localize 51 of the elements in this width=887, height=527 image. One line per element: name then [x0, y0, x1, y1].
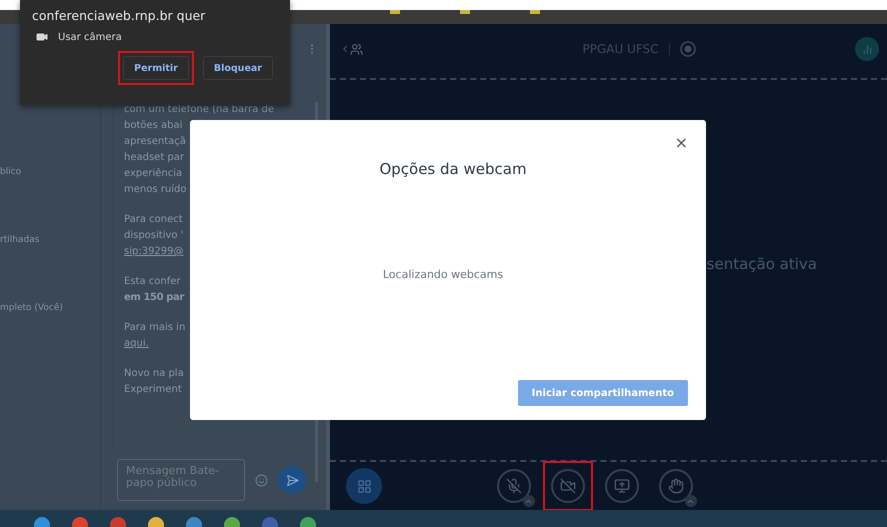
camera-off-icon [560, 478, 576, 494]
chat-text: Para conect [124, 213, 183, 227]
chat-text: headset par [124, 151, 184, 165]
taskbar-app-icon[interactable] [148, 517, 164, 527]
camera-icon [36, 31, 48, 43]
send-icon [286, 474, 298, 486]
dialog-message: Localizando webcams [382, 268, 504, 281]
start-sharing-button[interactable]: Iniciar compartilhamento [518, 380, 688, 406]
send-button[interactable] [278, 466, 306, 494]
permission-label: Usar câmera [58, 32, 122, 42]
chat-link[interactable]: sip:39299@ [124, 244, 184, 260]
user-list-item[interactable]: mpleto (Você) [0, 303, 100, 313]
grid-icon [356, 478, 372, 494]
user-list-item[interactable]: blico [0, 167, 100, 177]
chat-text: experiência [124, 167, 182, 181]
chat-text: em 150 par [124, 291, 184, 305]
emoji-icon[interactable] [255, 474, 268, 486]
chat-text: dispositivo ' [124, 229, 184, 243]
caret-icon[interactable] [684, 495, 696, 507]
permission-button[interactable]: Bloquear [202, 56, 273, 80]
screen-share-icon [614, 478, 630, 494]
chat-text: apresentaçã [124, 135, 186, 149]
chat-text: botões abai [124, 119, 182, 133]
hand-icon [668, 478, 684, 494]
users-icon[interactable] [350, 42, 363, 56]
chat-text: Para mais in [124, 321, 186, 335]
chat-text: menos ruído [124, 183, 186, 197]
presentation-status: sentação ativa [706, 255, 817, 273]
close-button[interactable]: × [674, 136, 688, 150]
record-icon[interactable] [680, 41, 696, 57]
microphone-off-icon [506, 478, 522, 494]
taskbar-app-icon[interactable] [34, 517, 50, 527]
chat-text: com um telefone (na barra de [124, 103, 274, 117]
camera-button[interactable] [550, 469, 584, 503]
bar-chart-icon [862, 44, 872, 54]
taskbar-app-icon[interactable] [224, 517, 240, 527]
dialog-title: Opções da webcam [379, 160, 527, 178]
taskbar-app-icon[interactable] [300, 517, 316, 527]
chat-text: Esta confer [124, 275, 180, 289]
caret-icon[interactable] [522, 495, 534, 507]
chat-link[interactable]: aqui. [124, 336, 149, 352]
permission-button[interactable]: Permitir [123, 56, 189, 80]
chat-text: Experiment [124, 383, 182, 397]
screen-share-button[interactable] [604, 469, 638, 503]
popup-title: conferenciaweb.rnp.br quer [32, 8, 206, 23]
stats-button[interactable] [855, 37, 879, 61]
taskbar-app-icon[interactable] [72, 517, 88, 527]
user-list-item[interactable]: rtilhadas [0, 235, 100, 245]
chat-text: Novo na pla [124, 367, 184, 381]
taskbar-app-icon[interactable] [186, 517, 202, 527]
actions-button[interactable] [346, 468, 382, 504]
